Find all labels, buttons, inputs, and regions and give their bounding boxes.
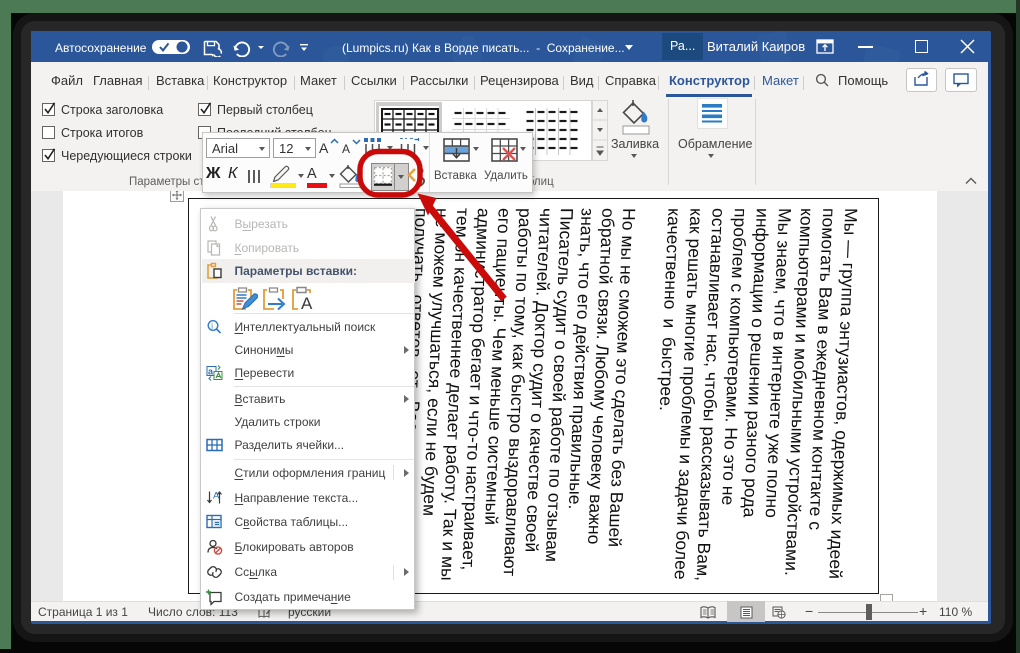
svg-text:i: i — [211, 322, 214, 331]
svg-text:A: A — [301, 294, 313, 312]
